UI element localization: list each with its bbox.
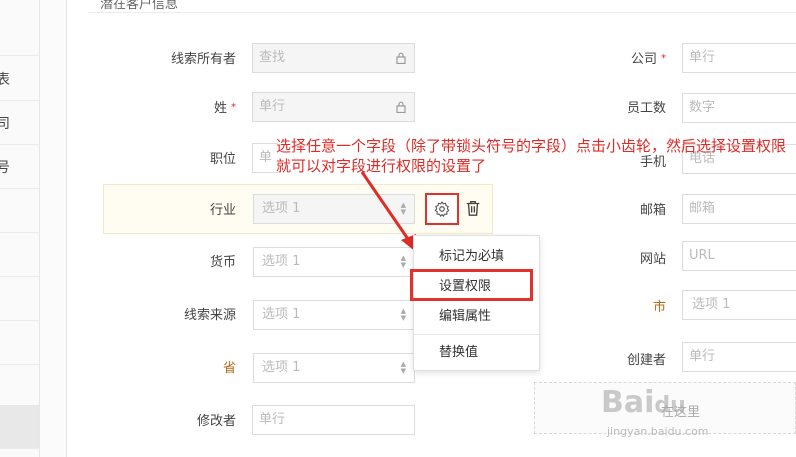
lead-source-select[interactable]: 选项 1 ▲ ▼ xyxy=(253,300,415,330)
currency-select-value: 选项 1 xyxy=(262,254,301,269)
website-field[interactable]: URL xyxy=(682,241,796,271)
left-nav-item[interactable] xyxy=(0,365,39,409)
drop-zone[interactable]: Baidu 在这里 jingyan.baidu.com xyxy=(534,382,796,438)
section-divider xyxy=(88,12,796,13)
field-label-lastname: 姓 * xyxy=(213,101,236,116)
modifier-field[interactable]: 单行 xyxy=(252,405,415,435)
field-label-website: 网站 xyxy=(639,252,666,267)
title-field-placeholder: 单 xyxy=(259,150,273,165)
lead-source-select-value: 选项 1 xyxy=(262,307,301,322)
field-label-employees: 员工数 xyxy=(626,101,666,116)
set-permissions-highlight xyxy=(410,269,533,301)
employees-field-placeholder: 数字 xyxy=(689,100,716,115)
owner-field-placeholder: 查找 xyxy=(259,50,286,65)
field-context-menu: 标记为必填 设置权限 编辑属性 替换值 xyxy=(413,235,540,371)
menu-divider xyxy=(414,334,539,335)
industry-select-value: 选项 1 xyxy=(262,201,301,216)
field-label-province: 省 xyxy=(222,361,236,376)
gear-icon xyxy=(434,201,450,217)
email-field[interactable]: 邮箱 xyxy=(682,194,796,224)
menu-item-edit-properties[interactable]: 编辑属性 xyxy=(414,302,539,332)
field-label-owner: 线索所有者 xyxy=(170,52,236,67)
employees-field[interactable]: 数字 xyxy=(682,93,796,123)
field-label-lead-source: 线索来源 xyxy=(183,308,236,323)
field-label-city: 市 xyxy=(652,300,666,315)
left-nav-item[interactable]: 表 xyxy=(0,57,39,101)
menu-item-mark-required[interactable]: 标记为必填 xyxy=(414,242,539,272)
field-label-modifier: 修改者 xyxy=(196,414,236,429)
watermark-url: jingyan.baidu.com xyxy=(607,425,709,438)
field-label-title: 职位 xyxy=(209,152,236,167)
province-select-value: 选项 1 xyxy=(262,360,301,375)
creator-field[interactable]: 单行 xyxy=(682,342,796,372)
left-nav-label: 司 xyxy=(0,116,10,132)
left-nav-item-active[interactable] xyxy=(0,405,39,449)
left-nav-label: 号 xyxy=(0,160,10,176)
field-label-creator: 创建者 xyxy=(626,353,666,368)
left-nav-item[interactable] xyxy=(0,321,39,365)
drop-zone-text: 在这里 xyxy=(661,405,701,420)
lastname-field[interactable]: 单行 xyxy=(252,92,415,122)
field-label-company: 公司 * xyxy=(630,52,666,67)
left-nav-label: 表 xyxy=(0,72,10,88)
left-nav-item[interactable] xyxy=(0,233,39,277)
owner-field[interactable]: 查找 xyxy=(252,43,415,73)
modifier-field-placeholder: 单行 xyxy=(259,412,286,427)
field-settings-button[interactable] xyxy=(425,193,459,225)
left-nav-item[interactable] xyxy=(0,189,39,233)
select-arrows-icon: ▲ ▼ xyxy=(400,307,406,322)
lastname-field-placeholder: 单行 xyxy=(259,99,286,114)
left-nav-item[interactable]: 号 xyxy=(0,145,39,189)
company-field-placeholder: 单行 xyxy=(689,50,716,65)
field-label-email: 邮箱 xyxy=(639,203,666,218)
company-field[interactable]: 单行 xyxy=(682,43,796,73)
trash-icon xyxy=(466,201,480,216)
field-label-industry: 行业 xyxy=(209,203,236,218)
menu-item-replace-value[interactable]: 替换值 xyxy=(414,338,539,368)
select-arrows-icon: ▲ ▼ xyxy=(400,360,406,375)
lock-icon xyxy=(396,52,406,64)
province-select[interactable]: 选项 1 ▲ ▼ xyxy=(253,353,415,383)
delete-field-button[interactable] xyxy=(464,199,484,219)
title-field[interactable]: 单 xyxy=(252,143,278,173)
section-title: 潜在客户信息 xyxy=(100,0,179,12)
field-label-currency: 货币 xyxy=(209,255,236,270)
lock-icon xyxy=(396,101,406,113)
left-nav-item[interactable] xyxy=(0,277,39,321)
website-field-placeholder: URL xyxy=(689,248,715,263)
city-select-value: 选项 1 xyxy=(692,297,731,312)
city-select[interactable]: 选项 1 xyxy=(682,290,796,320)
left-nav-item[interactable] xyxy=(0,12,39,56)
creator-field-placeholder: 单行 xyxy=(689,349,716,364)
left-nav-item[interactable]: 司 xyxy=(0,101,39,145)
left-nav: 表 司 号 xyxy=(0,0,40,457)
email-field-placeholder: 邮箱 xyxy=(689,201,716,216)
